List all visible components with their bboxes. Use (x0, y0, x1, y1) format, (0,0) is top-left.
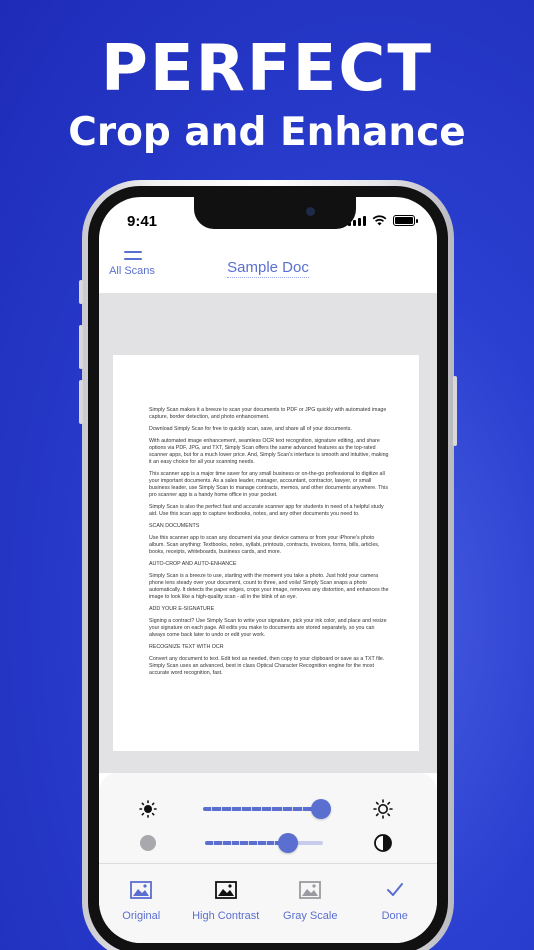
original-filter-button[interactable]: Original (99, 867, 184, 927)
brightness-slider-thumb[interactable] (311, 799, 331, 819)
doc-section-heading: ADD YOUR E-SIGNATURE (149, 606, 215, 612)
original-filter-label: Original (122, 910, 161, 922)
battery-icon (393, 215, 418, 226)
document-canvas: Simply Scan makes it a breeze to scan yo… (99, 293, 437, 773)
brightness-slider[interactable] (203, 793, 331, 823)
doc-paragraph: This scanner app is a major time saver f… (149, 471, 388, 498)
mute-switch (79, 280, 83, 304)
contrast-slider-row (99, 827, 437, 857)
front-camera (306, 207, 315, 216)
power-button (453, 376, 457, 446)
headline-title: PERFECT (101, 32, 433, 106)
doc-paragraph: Use this scanner app to scan any documen… (149, 535, 380, 555)
filter-toolbar: Original High Contrast Gray Scale Done (99, 867, 437, 927)
status-time: 9:41 (127, 213, 158, 230)
high-contrast-image-icon (214, 881, 237, 899)
notch (194, 197, 356, 229)
high-contrast-filter-label: High Contrast (192, 910, 260, 922)
volume-up-button (79, 325, 83, 369)
scanned-page: Simply Scan makes it a breeze to scan yo… (113, 355, 419, 751)
doc-paragraph: Download Simply Scan for free to quickly… (149, 426, 352, 432)
gray-scale-image-icon (299, 881, 322, 899)
doc-paragraph: Signing a contract? Use Simply Scan to w… (149, 618, 387, 638)
doc-section-heading: SCAN DOCUMENTS (149, 523, 200, 529)
headline: PERFECT Crop and Enhance (0, 30, 534, 156)
done-label: Done (381, 910, 408, 922)
volume-down-button (79, 380, 83, 424)
brightness-slider-row (99, 793, 437, 823)
doc-paragraph: Simply Scan is a breeze to use, starting… (149, 573, 389, 600)
app-screen: 9:41 All Scans Sample Doc Simply Scan ma… (99, 197, 437, 943)
doc-section-heading: AUTO-CROP AND AUTO-ENHANCE (149, 561, 237, 567)
gray-scale-filter-button[interactable]: Gray Scale (268, 867, 353, 927)
navigation-bar: All Scans Sample Doc (99, 241, 437, 293)
contrast-high-icon (374, 834, 392, 852)
doc-paragraph: Convert any document to text. Edit text … (149, 656, 385, 676)
done-button[interactable]: Done (353, 867, 438, 927)
wifi-icon (372, 215, 387, 226)
doc-section-heading: RECOGNIZE TEXT WITH OCR (149, 644, 224, 650)
checkmark-icon (386, 883, 403, 896)
image-icon (130, 881, 153, 899)
high-contrast-filter-button[interactable]: High Contrast (184, 867, 269, 927)
doc-paragraph: Simply Scan makes it a breeze to scan yo… (149, 407, 387, 420)
document-title[interactable]: Sample Doc (99, 259, 437, 278)
contrast-slider[interactable] (205, 827, 323, 857)
gray-scale-filter-label: Gray Scale (283, 910, 338, 922)
doc-paragraph: Simply Scan is also the perfect fast and… (149, 504, 384, 517)
headline-subtitle: Crop and Enhance (68, 110, 466, 155)
brightness-high-icon (373, 799, 393, 819)
toolbar-divider (99, 863, 437, 864)
doc-paragraph: With automated image enhancement, seamle… (149, 438, 389, 465)
contrast-low-icon (140, 835, 156, 851)
phone-frame: 9:41 All Scans Sample Doc Simply Scan ma… (79, 180, 457, 950)
contrast-slider-thumb[interactable] (277, 833, 298, 853)
brightness-low-icon (139, 800, 157, 818)
